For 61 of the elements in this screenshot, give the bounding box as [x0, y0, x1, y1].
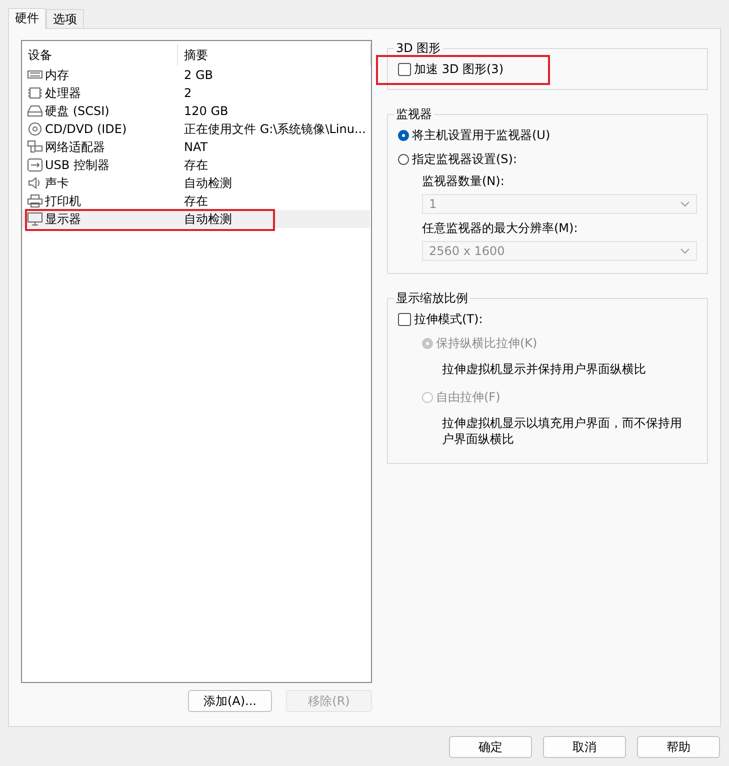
device-summary: 存在 — [184, 156, 208, 174]
device-name: USB 控制器 — [45, 156, 110, 174]
group-title: 显示缩放比例 — [395, 290, 469, 307]
radio-button[interactable] — [398, 154, 409, 164]
chevron-down-icon — [680, 201, 690, 207]
ok-button[interactable]: 确定 — [449, 736, 532, 758]
device-row[interactable]: 硬盘 (SCSI) 120 GB — [22, 102, 370, 120]
device-name: 处理器 — [45, 84, 81, 102]
accelerate-checkbox[interactable]: 加速 3D 图形(3) — [398, 59, 504, 79]
checkbox-label: 拉伸模式(T): — [414, 310, 483, 328]
disc-icon — [27, 122, 43, 136]
device-row[interactable]: 内存 2 GB — [22, 66, 370, 84]
device-row[interactable]: 网络适配器 NAT — [22, 138, 370, 156]
device-name: 显示器 — [45, 210, 81, 228]
device-row[interactable]: 显示器 自动检测 — [22, 210, 370, 228]
option-description: 拉伸虚拟机显示以填充用户界面，而不保持用户界面纵横比 — [441, 415, 683, 447]
device-row[interactable]: 处理器 2 — [22, 84, 370, 102]
device-summary: 自动检测 — [184, 210, 232, 228]
help-button[interactable]: 帮助 — [637, 736, 720, 758]
device-name: 声卡 — [45, 174, 69, 192]
radio-label: 保持纵横比拉伸(K) — [436, 334, 538, 352]
group-title: 监视器 — [395, 106, 433, 123]
network-icon — [27, 140, 43, 154]
cancel-button[interactable]: 取消 — [543, 736, 626, 758]
device-summary: 自动检测 — [184, 174, 232, 192]
add-button[interactable]: 添加(A)... — [188, 690, 272, 712]
device-row[interactable]: 打印机 存在 — [22, 192, 370, 210]
device-name: CD/DVD (IDE) — [45, 122, 127, 136]
radio-button[interactable] — [398, 130, 409, 140]
device-name: 内存 — [45, 66, 69, 84]
device-summary: 120 GB — [184, 104, 228, 118]
hard-drive-icon — [27, 104, 43, 118]
tab[interactable]: 硬件 — [8, 8, 46, 29]
device-summary: 2 — [184, 86, 192, 100]
column-header[interactable]: 摘要 — [178, 44, 371, 66]
device-summary: 2 GB — [184, 68, 213, 82]
device-summary: 正在使用文件 G:\系统镜像\Linu... — [184, 120, 366, 138]
checkbox[interactable] — [398, 62, 411, 76]
checkbox[interactable] — [398, 312, 411, 326]
radio-label: 指定监视器设置(S): — [412, 150, 518, 168]
device-row[interactable]: 声卡 自动检测 — [22, 174, 370, 192]
tab[interactable]: 选项 — [46, 9, 84, 28]
device-row[interactable]: CD/DVD (IDE) 正在使用文件 G:\系统镜像\Linu... — [22, 120, 370, 138]
printer-icon — [27, 194, 43, 208]
column-header[interactable]: 设备 — [22, 44, 178, 66]
option-description: 拉伸虚拟机显示并保持用户界面纵横比 — [441, 361, 647, 377]
radio-label: 将主机设置用于监视器(U) — [412, 126, 550, 144]
device-summary: 存在 — [184, 192, 208, 210]
device-row[interactable]: USB 控制器 存在 — [22, 156, 370, 174]
device-name: 硬盘 (SCSI) — [45, 102, 110, 120]
device-name: 网络适配器 — [45, 138, 105, 156]
device-name: 打印机 — [45, 192, 81, 210]
group-title: 3D 图形 — [395, 40, 442, 57]
chip-icon — [27, 86, 43, 100]
field-label: 监视器数量(N): — [422, 173, 506, 190]
radio-label: 自由拉伸(F) — [436, 388, 500, 406]
usb-icon — [27, 158, 43, 172]
field-label: 任意监视器的最大分辨率(M): — [422, 220, 579, 237]
device-summary: NAT — [184, 140, 208, 154]
monitor-icon — [27, 212, 43, 226]
chevron-down-icon — [680, 248, 690, 254]
